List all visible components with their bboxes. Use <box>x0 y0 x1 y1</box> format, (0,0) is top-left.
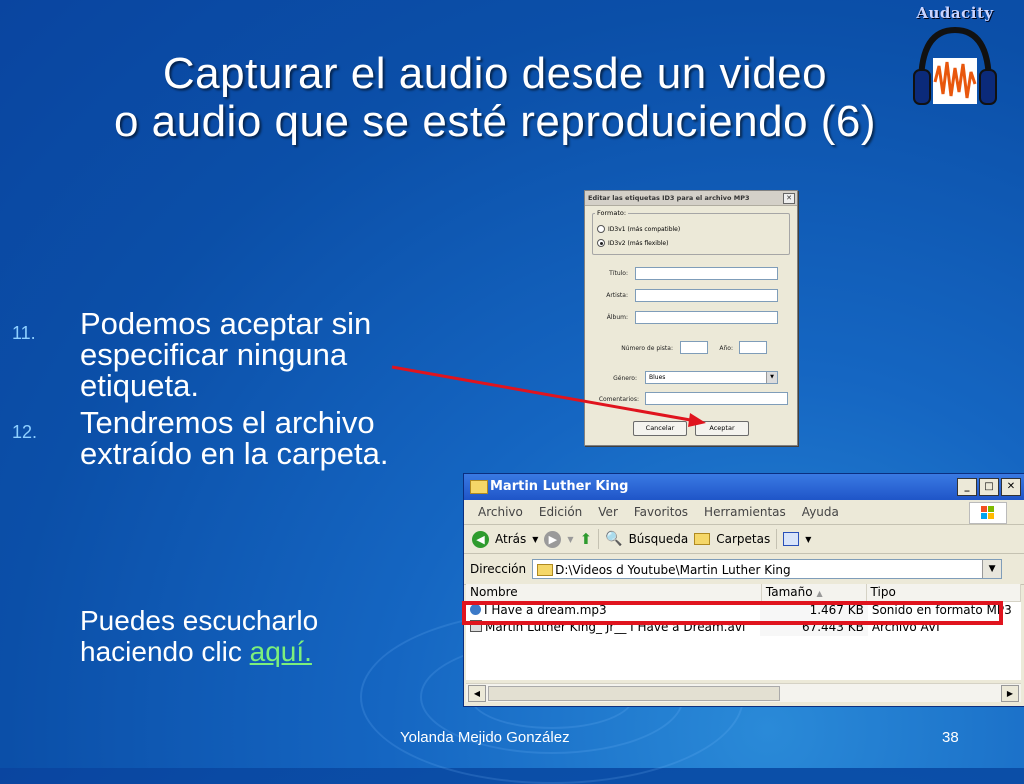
minimize-button[interactable]: _ <box>957 478 977 496</box>
back-arrow-icon[interactable]: ◀ <box>472 530 489 548</box>
search-icon: 🔍 <box>605 531 623 547</box>
address-input[interactable]: D:\Videos d Youtube\Martin Luther King ▼ <box>532 559 1003 579</box>
chevron-down-icon[interactable]: ▼ <box>532 535 538 544</box>
list-item: 11. Podemos aceptar sin especificar ning… <box>12 308 402 401</box>
column-headers: Nombre Tamaño ▲ Tipo <box>466 584 1021 602</box>
year-label: Año: <box>719 345 733 352</box>
listen-note: Puedes escucharlo haciendo clic aquí. <box>80 605 410 667</box>
accept-button[interactable]: Aceptar <box>695 421 749 436</box>
explorer-window: Martin Luther King _ □ ✕ Archivo Edición… <box>463 473 1024 707</box>
folders-icon <box>694 533 711 545</box>
window-titlebar: Martin Luther King _ □ ✕ <box>464 474 1024 500</box>
item-text: Tendremos el archivo extraído en la carp… <box>80 405 389 471</box>
item-number: 11. <box>12 323 36 343</box>
track-label: Número de pista: <box>621 345 673 352</box>
views-icon[interactable] <box>783 532 800 546</box>
scroll-left-icon[interactable]: ◀ <box>468 685 486 702</box>
menu-edicion[interactable]: Edición <box>539 505 582 519</box>
title-line-1: Capturar el audio desde un video <box>162 49 828 98</box>
comments-label: Comentarios: <box>598 396 639 403</box>
title-field[interactable] <box>635 267 778 280</box>
id3-tags-dialog: Editar las etiquetas ID3 para el archivo… <box>584 190 798 446</box>
title-line-2: o audio que se esté reproduciendo (6) <box>113 97 877 146</box>
dialog-title-text: Editar las etiquetas ID3 para el archivo… <box>588 194 750 202</box>
scroll-right-icon[interactable]: ▶ <box>1001 685 1019 702</box>
maximize-button[interactable]: □ <box>979 478 999 496</box>
radio-id3v1[interactable]: ID3v1 (más compatible) <box>597 225 680 233</box>
menu-bar: Archivo Edición Ver Favoritos Herramient… <box>464 500 1024 525</box>
chevron-down-icon[interactable]: ▼ <box>805 535 811 544</box>
album-field[interactable] <box>635 311 778 324</box>
item-text: Podemos aceptar sin especificar ninguna … <box>80 306 372 403</box>
bullet-list: 11. Podemos aceptar sin especificar ning… <box>12 308 402 475</box>
address-label: Dirección <box>470 562 527 576</box>
horizontal-scrollbar[interactable]: ◀ ▶ <box>466 683 1021 702</box>
item-number: 12. <box>12 422 38 442</box>
address-bar: Dirección D:\Videos d Youtube\Martin Lut… <box>464 554 1024 585</box>
cancel-button[interactable]: Cancelar <box>633 421 687 436</box>
windows-logo-icon <box>969 502 1007 524</box>
menu-archivo[interactable]: Archivo <box>478 505 523 519</box>
audacity-logo: Audacity <box>905 4 1005 110</box>
list-item: 12. Tendremos el archivo extraído en la … <box>12 407 402 469</box>
year-field[interactable] <box>739 341 767 354</box>
toolbar: ◀ Atrás ▼ ▶ ▼ ⬆ 🔍 Búsqueda Carpetas ▼ <box>464 525 1024 554</box>
slide-title: Capturar el audio desde un video o audio… <box>0 50 990 146</box>
menu-ayuda[interactable]: Ayuda <box>802 505 839 519</box>
artist-field[interactable] <box>635 289 778 302</box>
format-group <box>592 213 790 255</box>
artist-label: Artista: <box>606 292 628 299</box>
comments-field[interactable] <box>645 392 788 405</box>
scroll-thumb[interactable] <box>488 686 780 701</box>
folder-icon <box>537 564 554 576</box>
genre-value: Blues <box>649 374 666 381</box>
menu-favoritos[interactable]: Favoritos <box>634 505 688 519</box>
folders-button[interactable]: Carpetas <box>716 532 770 546</box>
headphones-icon <box>913 26 997 105</box>
up-folder-icon[interactable]: ⬆ <box>580 530 593 548</box>
folder-icon <box>470 480 488 494</box>
highlight-box <box>462 601 1003 625</box>
title-label: Título: <box>609 270 628 277</box>
album-label: Álbum: <box>606 314 628 321</box>
radio-id3v2[interactable]: ID3v2 (más flexible) <box>597 239 668 247</box>
back-button[interactable]: Atrás <box>495 532 526 546</box>
file-list: Nombre Tamaño ▲ Tipo I Have a dream.mp3 … <box>466 584 1021 680</box>
close-icon[interactable]: ✕ <box>783 193 795 204</box>
address-value: D:\Videos d Youtube\Martin Luther King <box>555 563 791 577</box>
column-size[interactable]: Tamaño ▲ <box>762 584 867 601</box>
dialog-title: Editar las etiquetas ID3 para el archivo… <box>585 191 797 206</box>
listen-link[interactable]: aquí. <box>250 636 312 667</box>
sort-up-icon: ▲ <box>816 589 823 598</box>
menu-herramientas[interactable]: Herramientas <box>704 505 786 519</box>
menu-ver[interactable]: Ver <box>598 505 618 519</box>
column-type[interactable]: Tipo <box>867 584 1021 601</box>
chevron-down-icon: ▼ <box>766 372 777 383</box>
genre-select[interactable]: Blues ▼ <box>645 371 778 384</box>
search-button[interactable]: Búsqueda <box>629 532 689 546</box>
column-name[interactable]: Nombre <box>466 584 762 601</box>
track-field[interactable] <box>680 341 708 354</box>
chevron-down-icon[interactable]: ▼ <box>567 535 573 544</box>
format-legend: Formato: <box>595 209 629 217</box>
genre-label: Género: <box>613 375 637 382</box>
chevron-down-icon[interactable]: ▼ <box>982 560 1002 578</box>
forward-arrow-icon[interactable]: ▶ <box>544 530 562 548</box>
footer-author: Yolanda Mejido González <box>400 729 570 746</box>
page-number: 38 <box>942 729 959 746</box>
window-title: Martin Luther King <box>490 479 629 494</box>
close-button[interactable]: ✕ <box>1001 478 1021 496</box>
